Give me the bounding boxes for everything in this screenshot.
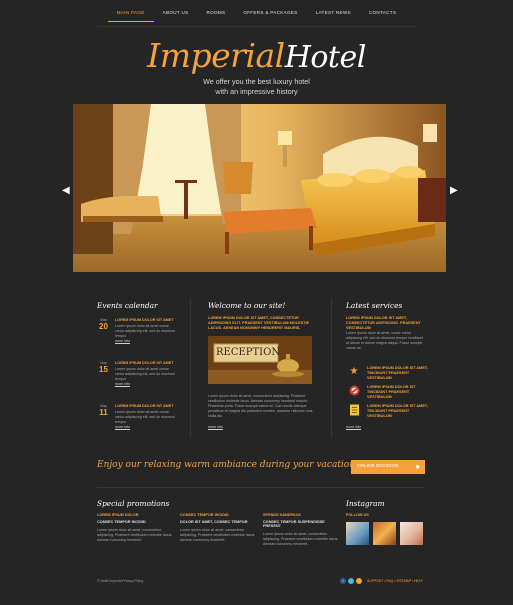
speech-bubble-icon: ●	[415, 462, 420, 471]
tagline-line-1: We offer you the best luxury hotel	[203, 77, 310, 86]
logo-word-hotel: Hotel	[284, 40, 367, 75]
hotel-room-photo	[73, 104, 446, 272]
event-more-link[interactable]: more info	[115, 425, 130, 429]
event-day: 15	[99, 365, 108, 374]
promotions-title: Special promotions	[97, 499, 170, 508]
chevron-right-icon: ▶	[450, 185, 458, 196]
section-divider	[97, 487, 425, 488]
promotion-heading[interactable]: SPENDS HANDPACK	[263, 513, 339, 517]
event-title[interactable]: LOREM IPSUM DOLOR SIT AMET	[115, 318, 177, 322]
service-item[interactable]: ★ LOREM IPSUM DOLOR SIT AMET, TINCIDUNT …	[346, 366, 428, 382]
event-more-link[interactable]: more info	[115, 339, 130, 343]
hero-slider	[73, 104, 446, 272]
promotion-item: LOREM IPSUM DOLOR CONSEC TEMPOR INCIDID …	[97, 513, 173, 543]
services-more-link[interactable]: more info	[346, 425, 361, 429]
instagram-thumb[interactable]	[373, 522, 396, 545]
event-day: 11	[99, 408, 108, 417]
page: MAIN PAGE ABOUT US ROOMS OFFERS & PACKAG…	[0, 0, 513, 605]
instagram-thumb[interactable]	[346, 522, 369, 545]
no-sign-icon	[348, 385, 360, 397]
document-icon	[348, 404, 360, 416]
services-title: Latest services	[346, 301, 403, 310]
column-divider	[190, 298, 191, 438]
event-title[interactable]: LOREM IPSUM DOLOR SIT AMET	[115, 404, 177, 408]
reception-sign-text: RECEPTION	[216, 347, 281, 358]
promotion-heading[interactable]: CONSEC TEMPOR INCIDID	[180, 513, 256, 517]
promotion-subheading: CONSEC TEMPOR SUSPENDISSE PRESENT	[263, 520, 325, 528]
event-day: 20	[99, 322, 108, 331]
nav-divider	[97, 26, 417, 27]
welcome-title: Welcome to our site!	[208, 301, 286, 310]
ambiance-banner-text: Enjoy our relaxing warm ambiance during …	[97, 460, 362, 470]
welcome-more-link[interactable]: more info	[208, 425, 223, 429]
nav-item-offers[interactable]: OFFERS & PACKAGES	[234, 0, 306, 27]
promotion-subheading: CONSEC TEMPOR INCIDID	[97, 520, 146, 524]
tagline: We offer you the best luxury hotel with …	[0, 77, 513, 96]
service-item[interactable]: LOREM IPSUM DOLOR SIT TINCIDUNT PRAESENT…	[346, 385, 426, 401]
welcome-intro: LOREM IPSUM DOLOR SIT AMET, CONSECTETUR …	[208, 316, 310, 330]
service-item[interactable]: LOREM IPSUM DOLOR SIT AMET, TINCIDUNT PR…	[346, 404, 428, 420]
instagram-thumb[interactable]	[400, 522, 423, 545]
instagram-handle[interactable]: FOLLOW US	[346, 513, 369, 518]
twitter-icon[interactable]: t	[348, 578, 354, 584]
online-booking-label: ONLINE BOOKING	[357, 464, 399, 469]
logo-word-imperial: Imperial	[147, 36, 285, 75]
reception-image: RECEPTION	[208, 336, 312, 384]
nav-item-latest-news[interactable]: LATEST NEWS	[307, 0, 360, 27]
online-booking-button[interactable]: ONLINE BOOKING ●	[351, 460, 425, 474]
events-title: Events calendar	[97, 301, 158, 310]
rss-icon[interactable]: r	[356, 578, 362, 584]
welcome-body: Lorem ipsum dolor sit amet, consectetur …	[208, 394, 314, 418]
promotion-subheading: DOLOR SIT AMET, CONSEC TEMPOR	[180, 520, 248, 524]
nav-item-contacts[interactable]: CONTACTS	[360, 0, 405, 27]
site-logo[interactable]: ImperialHotel	[0, 36, 513, 75]
promotion-body: Lorem ipsum dolor sit amet, consectetur …	[263, 532, 339, 546]
services-intro-title: LOREM IPSUM DOLOR SIT AMET, CONSECTETUR …	[346, 316, 421, 330]
slider-prev-arrow[interactable]: ◀	[62, 185, 70, 196]
nav-item-main-page[interactable]: MAIN PAGE	[107, 0, 154, 22]
event-desc: Lorem ipsum dolor sit amet conse ctetur …	[115, 410, 175, 424]
event-more-link[interactable]: more info	[115, 382, 130, 386]
chevron-left-icon: ◀	[62, 185, 70, 196]
main-nav: MAIN PAGE ABOUT US ROOMS OFFERS & PACKAG…	[0, 0, 513, 27]
footer-links[interactable]: SUPPORT • FAQ • SITEMAP • HELP	[367, 579, 423, 583]
column-divider	[331, 298, 332, 438]
promotion-body: Lorem ipsum dolor sit amet, consectetur …	[97, 528, 173, 542]
service-title: LOREM IPSUM DOLOR SIT AMET, TINCIDUNT PR…	[367, 404, 428, 418]
nav-item-about-us[interactable]: ABOUT US	[154, 0, 198, 27]
star-icon: ★	[349, 366, 359, 377]
promotion-item: CONSEC TEMPOR INCIDID DOLOR SIT AMET, CO…	[180, 513, 256, 543]
facebook-icon[interactable]: f	[340, 578, 346, 584]
service-title: LOREM IPSUM DOLOR SIT TINCIDUNT PRAESENT…	[367, 385, 416, 399]
service-title: LOREM IPSUM DOLOR SIT AMET, TINCIDUNT PR…	[367, 366, 428, 380]
event-desc: Lorem ipsum dolor sit amet conse ctetur …	[115, 324, 175, 338]
event-title[interactable]: LOREM IPSUM DOLOR SIT AMET	[115, 361, 177, 365]
slider-next-arrow[interactable]: ▶	[450, 185, 458, 196]
footer-copyright: © Hotel Imperial Privacy Policy	[97, 579, 144, 583]
nav-item-rooms[interactable]: ROOMS	[197, 0, 234, 27]
promotion-body: Lorem ipsum dolor sit amet, consectetur …	[180, 528, 256, 542]
instagram-title: Instagram	[346, 499, 385, 508]
services-intro-body: Lorem ipsum dolor sit amet, conse ctetur…	[346, 331, 424, 350]
tagline-line-2: with an impressive history	[215, 86, 298, 96]
event-desc: Lorem ipsum dolor sit amet conse ctetur …	[115, 367, 175, 381]
promotion-item: SPENDS HANDPACK CONSEC TEMPOR SUSPENDISS…	[263, 513, 339, 547]
promotion-heading[interactable]: LOREM IPSUM DOLOR	[97, 513, 173, 517]
